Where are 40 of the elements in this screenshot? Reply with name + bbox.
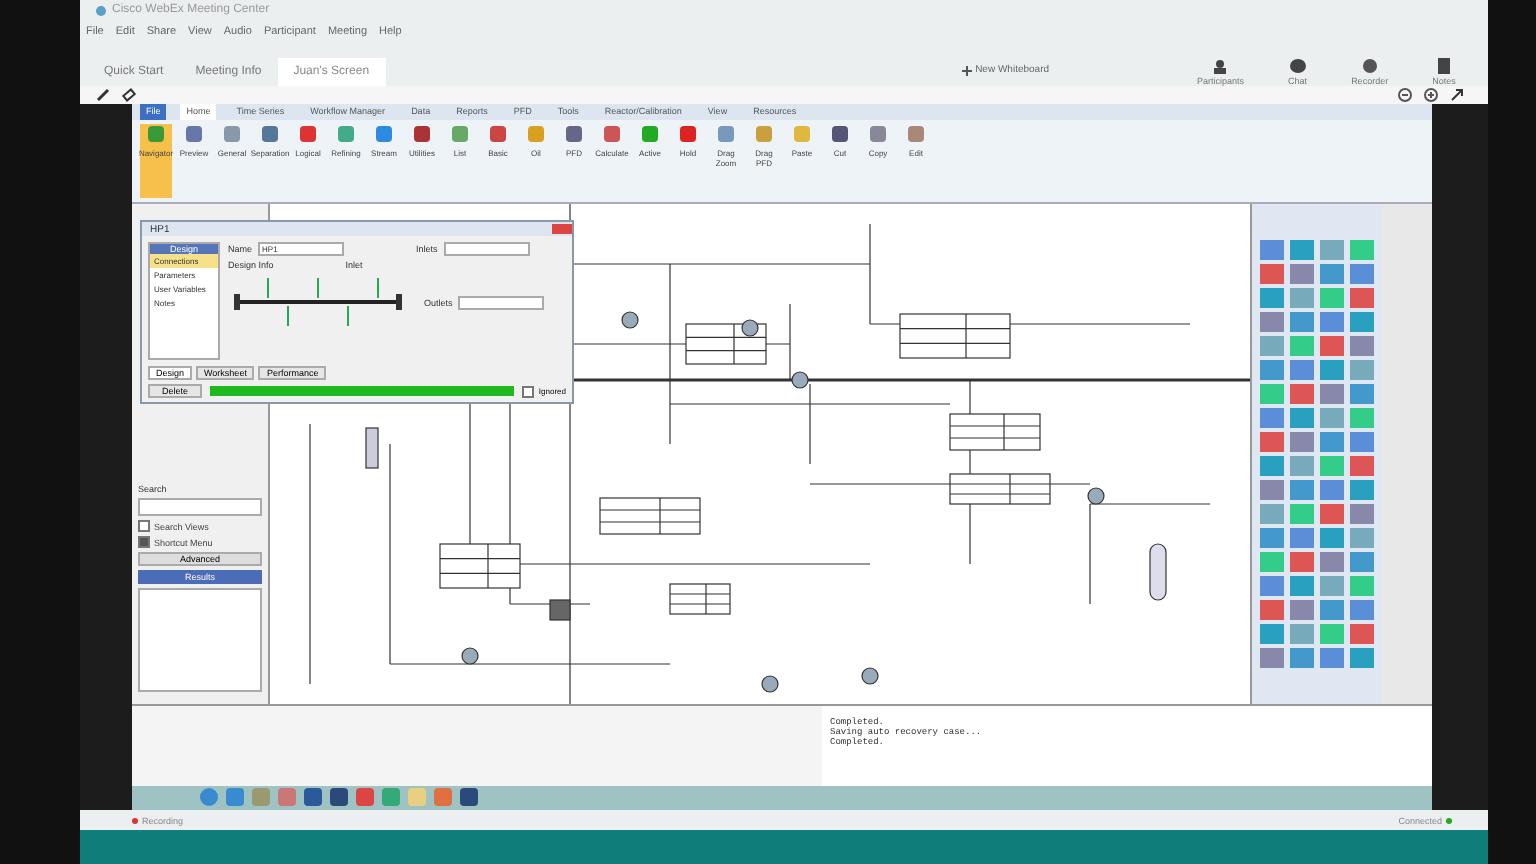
record-icon [1361,58,1378,74]
checkbox[interactable] [138,536,150,549]
stream-table [899,314,1011,360]
close-button[interactable] [552,224,572,235]
speech-bubble-icon [1289,58,1306,74]
checkbox[interactable] [522,385,535,398]
zoom-in-icon[interactable] [1424,88,1438,102]
checkbox[interactable] [138,520,150,533]
plus-icon [961,65,972,75]
app-icon [96,5,106,15]
zoom-out-icon[interactable] [1398,88,1412,102]
stream-table [949,414,1041,452]
record-dot-icon [132,817,138,823]
start-icon[interactable] [200,788,218,807]
stream-table [599,498,701,536]
equipment-icon [621,312,639,330]
expand-icon[interactable] [1450,88,1464,102]
outlets-field[interactable] [458,295,545,310]
stream-table [685,324,767,366]
notepad-icon [1435,58,1452,74]
stream-table [669,584,731,616]
stream-table [439,544,521,590]
pencil-icon[interactable] [96,88,110,102]
column-icon [365,428,379,470]
search-field[interactable] [138,498,262,517]
equipment-icon [741,320,759,338]
results-list [138,588,262,693]
equipment-icon [1087,488,1105,506]
equipment-icon [861,668,879,686]
equipment-icon [549,600,571,622]
connected-dot-icon [1446,817,1452,823]
people-icon [1212,58,1229,74]
inlets-field[interactable] [443,242,530,257]
equipment-icon [761,676,779,694]
vessel-icon [1149,544,1167,602]
stream-table [949,474,1051,506]
equipment-icon [461,648,479,666]
eraser-icon[interactable] [122,88,136,102]
equipment-icon [791,372,809,390]
scrollbar[interactable] [1382,204,1432,705]
